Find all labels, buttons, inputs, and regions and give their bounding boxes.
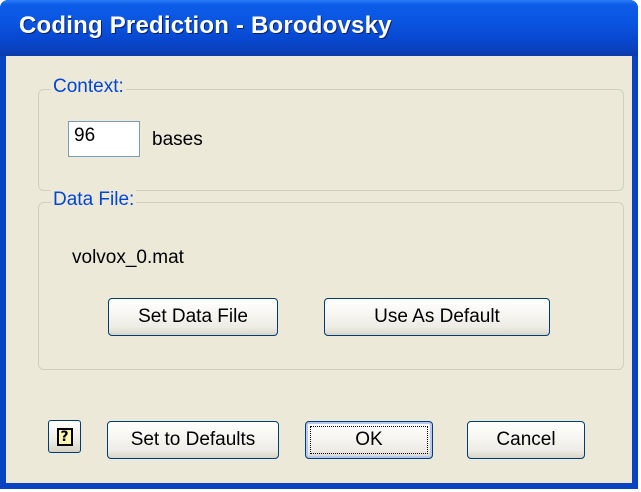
use-as-default-button[interactable]: Use As Default: [324, 298, 550, 336]
window-frame-bottom: [0, 483, 638, 489]
data-file-group: [38, 202, 624, 370]
title-bar[interactable]: Coding Prediction - Borodovsky: [0, 0, 638, 56]
context-group-label: Context:: [51, 76, 126, 98]
help-icon: ?: [56, 427, 73, 446]
set-data-file-button[interactable]: Set Data File: [108, 298, 278, 336]
cancel-button[interactable]: Cancel: [467, 421, 585, 459]
data-file-group-label: Data File:: [51, 189, 137, 211]
ok-focus-rect: [310, 426, 428, 454]
dialog-window: Coding Prediction - Borodovsky Context: …: [0, 0, 638, 489]
context-bases-input[interactable]: 96: [68, 121, 140, 157]
help-button[interactable]: ?: [48, 420, 81, 453]
data-file-name: volvox_0.mat: [72, 247, 184, 268]
window-frame-right: [632, 56, 638, 489]
set-to-defaults-button[interactable]: Set to Defaults: [107, 421, 279, 459]
context-unit-label: bases: [152, 129, 203, 150]
window-title: Coding Prediction - Borodovsky: [19, 12, 392, 39]
ok-button[interactable]: OK: [305, 421, 433, 459]
dialog-body: Context: 96 bases Data File: volvox_0.ma…: [6, 56, 632, 483]
